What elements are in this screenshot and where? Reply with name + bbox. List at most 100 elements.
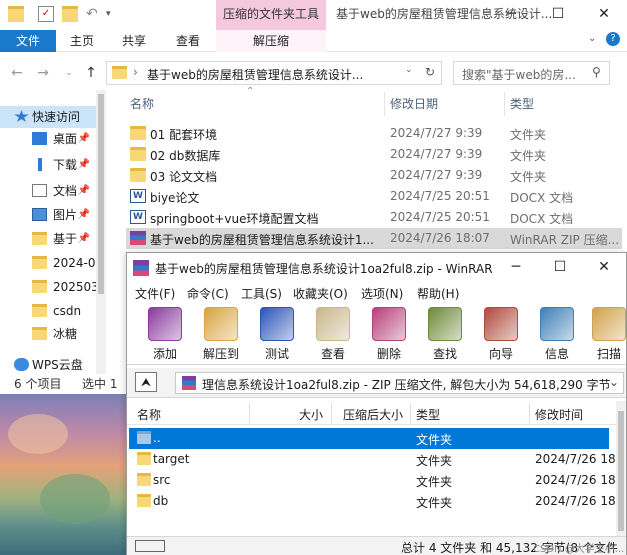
column-header-packed-size[interactable]: 压缩后大小: [343, 406, 403, 423]
new-folder-icon[interactable]: [62, 6, 78, 22]
menu-options[interactable]: 选项(N): [361, 285, 403, 302]
nav-item[interactable]: 基于 📌: [0, 228, 96, 250]
recent-locations-icon[interactable]: ⌄: [60, 64, 78, 82]
cloud-icon: [14, 358, 29, 371]
view-icon: [316, 307, 350, 341]
folder-icon: [130, 126, 146, 140]
archive-path-box[interactable]: 理信息系统设计1oa2ful8.zip - ZIP 压缩文件, 解包大小为 54…: [175, 372, 624, 394]
close-button[interactable]: ✕: [581, 0, 627, 30]
nav-item[interactable]: 冰糖: [0, 323, 96, 345]
toolbar-button-extract-to[interactable]: 解压到: [199, 307, 243, 363]
chevron-right-icon[interactable]: ›: [133, 65, 138, 79]
nav-item[interactable]: csdn: [0, 300, 96, 322]
navigation-scrollbar[interactable]: [96, 90, 106, 374]
tab-share[interactable]: 共享: [112, 30, 156, 52]
winrar-maximize-button[interactable]: ☐: [537, 253, 583, 283]
menu-help[interactable]: 帮助(H): [417, 285, 459, 302]
file-row[interactable]: 基于web的房屋租赁管理信息系统设计1... 2024/7/26 18:07 Win…: [126, 228, 622, 249]
tab-home[interactable]: 主页: [60, 30, 104, 52]
menu-favorites[interactable]: 收藏夹(O): [293, 285, 348, 302]
column-header-name[interactable]: 名称: [130, 92, 154, 116]
file-row[interactable]: 01 配套环境 2024/7/27 9:39 文件夹: [126, 123, 622, 144]
archive-row[interactable]: db 文件夹 2024/7/26 18: [129, 491, 616, 512]
archive-item-name: ..: [153, 431, 161, 445]
winrar-minimize-button[interactable]: ─: [493, 253, 539, 283]
folder-icon: [32, 304, 47, 317]
column-header-size[interactable]: 大小: [299, 406, 323, 423]
up-folder-button[interactable]: ⮝: [135, 372, 157, 392]
column-header-modified[interactable]: 修改时间: [535, 406, 583, 423]
winrar-close-button[interactable]: ✕: [581, 253, 627, 283]
nav-item[interactable]: 快速访问: [0, 106, 96, 128]
picture-icon: [32, 208, 47, 221]
toolbar-button-delete[interactable]: 删除: [367, 307, 411, 363]
search-icon[interactable]: ⚲: [592, 65, 601, 79]
winrar-archive-icon: [182, 376, 196, 390]
nav-item[interactable]: 桌面 📌: [0, 128, 96, 150]
nav-item[interactable]: 下载 📌: [0, 154, 96, 176]
toolbar-button-view[interactable]: 查看: [311, 307, 355, 363]
menu-commands[interactable]: 命令(C): [187, 285, 229, 302]
forward-icon[interactable]: →: [34, 64, 52, 82]
file-row[interactable]: 02 db数据库 2024/7/27 9:39 文件夹: [126, 144, 622, 165]
menu-file[interactable]: 文件(F): [135, 285, 175, 302]
search-input[interactable]: 搜索"基于web的房... ⚲: [453, 61, 610, 85]
file-row[interactable]: Wspringboot+vue环境配置文档 2024/7/25 20:51 DOCX…: [126, 207, 622, 228]
column-header-type[interactable]: 类型: [416, 406, 440, 423]
folder-icon: [8, 6, 24, 22]
file-date: 2024/7/27 9:39: [390, 147, 483, 161]
folder-icon: [32, 232, 47, 245]
tab-extract[interactable]: 解压缩: [216, 30, 326, 52]
menu-tools[interactable]: 工具(S): [241, 285, 282, 302]
folder-icon: [32, 280, 47, 293]
refresh-icon[interactable]: ↻: [425, 65, 435, 79]
column-header-type[interactable]: 类型: [510, 92, 534, 116]
tab-view[interactable]: 查看: [166, 30, 210, 52]
add-archive-icon: [148, 307, 182, 341]
archive-item-date: 2024/7/26 18: [535, 452, 616, 466]
path-dropdown-icon[interactable]: ⌄: [609, 375, 619, 389]
toolbar-button-info[interactable]: 信息: [535, 307, 579, 363]
minimize-button[interactable]: ─: [489, 0, 535, 30]
file-type: WinRAR ZIP 压缩...: [510, 233, 620, 247]
up-icon[interactable]: ↑: [82, 64, 100, 82]
maximize-button[interactable]: ☐: [535, 0, 581, 30]
archive-row[interactable]: .. 文件夹: [129, 428, 609, 449]
word-doc-icon: W: [130, 189, 146, 203]
status-item-count: 6 个项目: [14, 377, 62, 391]
archive-row[interactable]: src 文件夹 2024/7/26 18: [129, 470, 616, 491]
nav-item[interactable]: 图片 📌: [0, 204, 96, 226]
back-icon[interactable]: ←: [8, 64, 26, 82]
expand-ribbon-icon[interactable]: ⌄: [588, 33, 596, 44]
nav-item[interactable]: 2024-0: [0, 252, 96, 274]
file-name: biye论文: [150, 191, 200, 205]
undo-icon[interactable]: ↶: [86, 6, 102, 22]
nav-item[interactable]: 202503: [0, 276, 96, 298]
winrar-scrollbar[interactable]: [616, 401, 626, 536]
archive-row[interactable]: target 文件夹 2024/7/26 18: [129, 449, 616, 470]
customize-quick-access-icon[interactable]: ▾: [106, 6, 122, 22]
file-name: 01 配套环境: [150, 128, 218, 142]
archive-item-name: src: [153, 473, 171, 487]
file-row[interactable]: 03 论文文档 2024/7/27 9:39 文件夹: [126, 165, 622, 186]
toolbar-button-test[interactable]: 测试: [255, 307, 299, 363]
column-header-name[interactable]: 名称: [137, 406, 161, 423]
address-box[interactable]: › 基于web的房屋租赁管理信息系统设计... ⌄ ↻: [106, 61, 442, 85]
toolbar-label: 添加: [152, 347, 177, 361]
properties-icon[interactable]: ✓: [38, 6, 54, 22]
nav-item[interactable]: WPS云盘: [0, 354, 96, 376]
toolbar-button-add-archive[interactable]: 添加: [143, 307, 187, 363]
wizard-icon: [484, 307, 518, 341]
help-icon[interactable]: ?: [606, 32, 620, 46]
column-divider[interactable]: [504, 92, 505, 116]
column-divider[interactable]: [384, 92, 385, 116]
tab-file[interactable]: 文件: [0, 30, 56, 52]
nav-item[interactable]: 文档 📌: [0, 180, 96, 202]
toolbar-button-find[interactable]: 查找: [423, 307, 467, 363]
file-row[interactable]: Wbiye论文 2024/7/25 20:51 DOCX 文档: [126, 186, 622, 207]
toolbar-button-wizard[interactable]: 向导: [479, 307, 523, 363]
address-dropdown-icon[interactable]: ⌄: [405, 65, 413, 75]
file-date: 2024/7/25 20:51: [390, 189, 490, 203]
toolbar-button-scan[interactable]: 扫描: [587, 307, 627, 363]
column-header-date[interactable]: 修改日期: [390, 92, 438, 116]
